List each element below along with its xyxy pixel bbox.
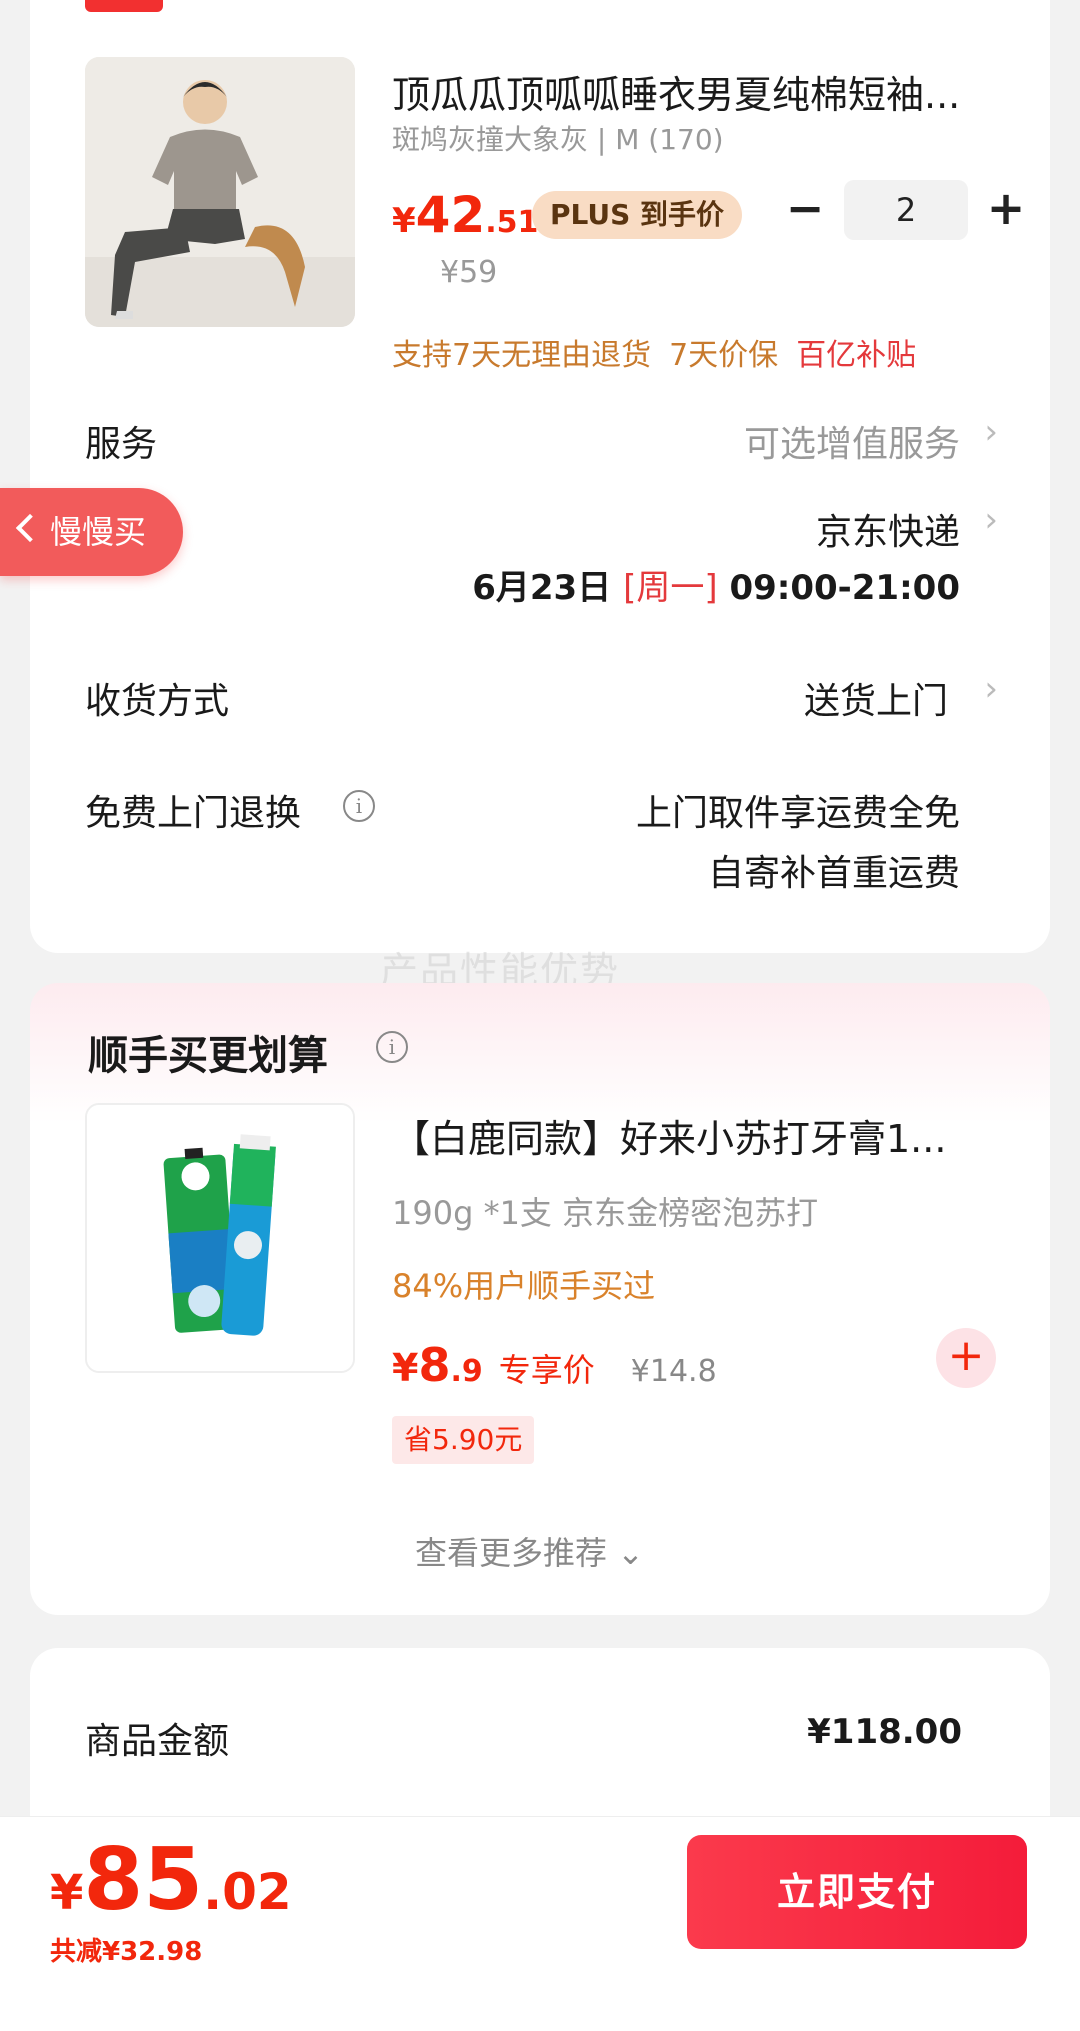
service-chevron-icon[interactable]: ›: [984, 412, 998, 452]
delivery-day: 6月23日: [472, 568, 612, 608]
chevron-left-icon: [15, 513, 45, 543]
recommend-original-price: ¥14.8: [630, 1354, 717, 1389]
add-recommend-button[interactable]: +: [936, 1328, 996, 1388]
price-integer: 42: [415, 186, 486, 244]
info-icon[interactable]: i: [343, 790, 375, 822]
product-price: ¥ 42 .51: [392, 186, 538, 244]
delivery-time: 09:00-21:00: [729, 568, 960, 608]
goods-amount-label: 商品金额: [85, 1721, 230, 1762]
exclusive-price-label: 专享价: [498, 1351, 595, 1389]
goods-amount-value: ¥118.00: [807, 1712, 962, 1752]
service-label: 服务: [85, 424, 158, 465]
order-card: 顶瓜瓜顶呱呱睡衣男夏纯棉短袖... 斑鸠灰撞大象灰 | M (170) ¥ 42…: [30, 0, 1050, 953]
bottom-pay-bar: ¥ 85 .02 共减¥32.98 立即支付: [0, 1816, 1080, 2031]
recommend-stat: 84%用户顺手买过: [392, 1267, 656, 1305]
store-tag: [85, 0, 163, 12]
recommend-card: 顺手买更划算 i 【白鹿同款】好来小苏打牙膏1... 190g *1支 京东金榜…: [30, 983, 1050, 1615]
delivery-weekday: [周一]: [623, 568, 718, 608]
recommend-price-decimal: .9: [450, 1354, 483, 1389]
product-image[interactable]: [85, 57, 355, 327]
delivery-chevron-icon[interactable]: ›: [984, 500, 998, 540]
view-more-recommendations-link[interactable]: 查看更多推荐 ⌄: [415, 1528, 644, 1574]
receive-method-label: 收货方式: [85, 681, 230, 722]
back-pill-label: 慢慢买: [50, 513, 147, 551]
pajama-photo-icon: [85, 57, 355, 327]
receive-method-value[interactable]: 送货上门: [804, 672, 948, 724]
delivery-date[interactable]: 6月23日 [周一] 09:00-21:00: [472, 560, 960, 609]
total-discount[interactable]: 共减¥32.98: [50, 1931, 202, 1968]
recommend-price: ¥ 8 .9 专享价 ¥14.8: [392, 1338, 717, 1392]
recommend-price-integer: 8: [418, 1338, 451, 1392]
tag-price-protect: 7天价保: [669, 338, 779, 373]
product-spec[interactable]: 斑鸠灰撞大象灰 | M (170): [392, 118, 724, 158]
recommend-title-text: 顺手买更划算: [88, 1033, 328, 1079]
quantity-decrease-button[interactable]: −: [783, 185, 827, 231]
toothpaste-icon: [87, 1105, 353, 1371]
price-decimal: .51: [485, 205, 539, 240]
total-price: ¥ 85 .02: [50, 1837, 292, 1923]
quantity-increase-button[interactable]: +: [982, 185, 1030, 231]
receive-chevron-icon[interactable]: ›: [984, 669, 998, 709]
plus-price-badge: PLUS 到手价: [532, 191, 743, 239]
free-return-value-1: 上门取件享运费全免: [635, 793, 960, 834]
quantity-input[interactable]: 2: [844, 180, 968, 240]
tag-subsidy: 百亿补贴: [796, 338, 917, 373]
total-integer: 85: [83, 1830, 204, 1930]
save-badge: 省5.90元: [392, 1416, 535, 1464]
product-title[interactable]: 顶瓜瓜顶呱呱睡衣男夏纯棉短袖...: [392, 64, 1012, 119]
recommend-product-image[interactable]: [85, 1103, 355, 1373]
free-return-label: 免费上门退换: [85, 793, 302, 834]
price-currency: ¥: [392, 201, 416, 241]
free-return-value-2: 自寄补首重运费: [707, 853, 960, 894]
original-price: ¥59: [440, 255, 498, 290]
total-currency: ¥: [50, 1865, 84, 1921]
recommend-product-name[interactable]: 【白鹿同款】好来小苏打牙膏1...: [392, 1108, 1022, 1163]
delivery-value[interactable]: 京东快递: [816, 503, 960, 555]
service-value[interactable]: 可选增值服务: [744, 415, 960, 467]
total-decimal: .02: [203, 1863, 292, 1921]
recommend-info-icon[interactable]: i: [376, 1031, 408, 1063]
recommend-title: 顺手买更划算: [88, 1023, 328, 1081]
recommend-product-spec: 190g *1支 京东金榜密泡苏打: [392, 1194, 819, 1232]
product-tags: 支持7天无理由退货 7天价保 百亿补贴: [392, 330, 916, 374]
back-to-manmanmai-button[interactable]: 慢慢买: [0, 488, 183, 576]
checkout-page: 顶瓜瓜顶呱呱睡衣男夏纯棉短袖... 斑鸠灰撞大象灰 | M (170) ¥ 42…: [0, 0, 1080, 2031]
recommend-price-currency: ¥: [392, 1346, 419, 1390]
pay-now-button[interactable]: 立即支付: [687, 1835, 1027, 1949]
tag-return: 支持7天无理由退货: [392, 338, 652, 373]
